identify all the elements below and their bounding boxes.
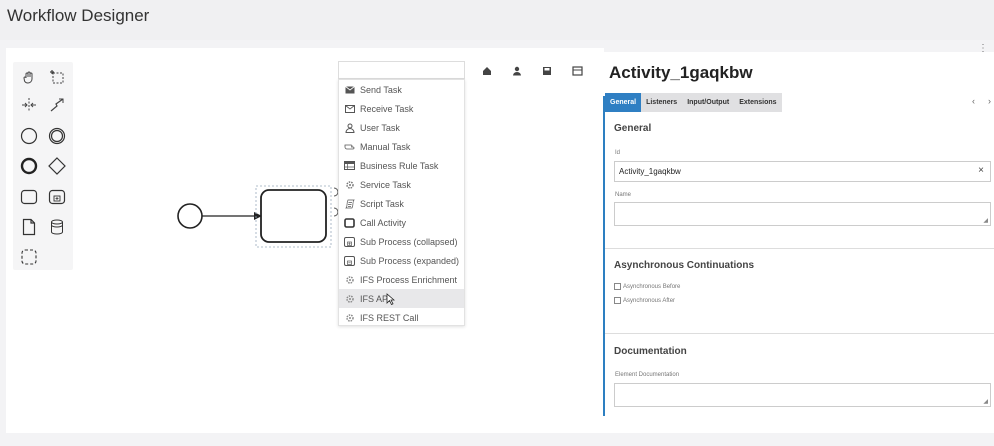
- replace-menu-item[interactable]: IFS Process Enrichment: [339, 270, 464, 289]
- subprocess-expanded-icon: [344, 255, 355, 266]
- tool-palette: [13, 62, 73, 270]
- replace-menu: Send Task Receive Task User Task Manual Tas…: [338, 79, 465, 326]
- replace-menu-item[interactable]: Service Task: [339, 175, 464, 194]
- replace-menu-item-label: Sub Process (expanded): [360, 255, 460, 266]
- more-options-icon[interactable]: ⋮: [978, 43, 988, 54]
- replace-menu-item[interactable]: Script Task: [339, 194, 464, 213]
- subprocess-collapsed-icon: [344, 236, 355, 247]
- async-after-label: Asynchronous After: [623, 297, 676, 304]
- gateway-icon[interactable]: [46, 155, 68, 177]
- tabs-scroll-left-icon[interactable]: ‹: [972, 96, 975, 106]
- intermediate-event-icon[interactable]: [46, 125, 68, 147]
- end-event-icon[interactable]: [18, 155, 40, 177]
- async-before-checkbox[interactable]: [614, 283, 621, 290]
- layout-icon[interactable]: [562, 60, 592, 82]
- replace-menu-item-label: Manual Task: [360, 141, 411, 152]
- id-label: Id: [615, 150, 621, 156]
- task-icon[interactable]: [18, 186, 40, 208]
- tab-general[interactable]: General: [605, 93, 642, 112]
- replace-menu-item[interactable]: Sub Process (expanded): [339, 251, 464, 270]
- gear-icon: [344, 293, 355, 304]
- lasso-tool-icon[interactable]: [46, 66, 68, 88]
- section-divider: [605, 333, 994, 334]
- documentation-section-title: Documentation: [614, 346, 687, 357]
- general-section-title: General: [614, 123, 652, 134]
- business-rule-task-icon: [344, 160, 355, 171]
- async-after-checkbox[interactable]: [614, 297, 621, 304]
- data-object-icon[interactable]: [18, 216, 40, 238]
- service-task-icon: [344, 179, 355, 190]
- start-event[interactable]: [177, 203, 203, 229]
- tab-extensions[interactable]: Extensions: [734, 93, 781, 112]
- subprocess-icon[interactable]: [46, 186, 68, 208]
- async-section-title: Asynchronous Continuations: [614, 260, 754, 271]
- name-label: Name: [615, 192, 632, 198]
- start-event-icon[interactable]: [18, 125, 40, 147]
- script-task-icon: [344, 198, 355, 209]
- receive-task-icon: [344, 103, 355, 114]
- hand-tool-icon[interactable]: [18, 66, 40, 88]
- async-before-row: Asynchronous Before: [614, 283, 680, 290]
- tab-listeners[interactable]: Listeners: [641, 93, 682, 112]
- replace-menu-item-label: Service Task: [360, 179, 411, 190]
- resize-handle-icon[interactable]: ◢: [983, 398, 988, 405]
- clear-id-icon[interactable]: ×: [978, 165, 984, 176]
- workflow-designer-app: Workflow Designer Send Task Receive Task…: [0, 0, 994, 446]
- replace-menu-item[interactable]: Send Task: [339, 80, 464, 99]
- replace-menu-item-label: User Task: [360, 122, 400, 133]
- user-task-icon: [344, 122, 355, 133]
- panel-title: Activity_1gaqkbw: [609, 63, 753, 82]
- replace-menu-item[interactable]: IFS REST Call: [339, 308, 464, 327]
- replace-menu-item-label: Script Task: [360, 198, 404, 209]
- replace-menu-item-label: Sub Process (collapsed): [360, 236, 458, 247]
- replace-menu-item-label: Send Task: [360, 84, 402, 95]
- connect-tool-icon[interactable]: [46, 94, 68, 116]
- replace-menu-item-label: Call Activity: [360, 217, 407, 228]
- data-store-icon[interactable]: [46, 216, 68, 238]
- call-activity-icon: [344, 217, 355, 228]
- replace-menu-item[interactable]: Receive Task: [339, 99, 464, 118]
- replace-menu-item-label: IFS REST Call: [360, 312, 419, 323]
- id-field[interactable]: Activity_1gaqkbw ×: [614, 161, 991, 182]
- save-icon[interactable]: [532, 60, 562, 82]
- space-tool-icon[interactable]: [18, 94, 40, 116]
- id-field-value: Activity_1gaqkbw: [619, 167, 681, 176]
- gear-icon: [344, 312, 355, 323]
- replace-menu-item[interactable]: Business Rule Task: [339, 156, 464, 175]
- manual-task-icon: [344, 141, 355, 152]
- send-task-icon: [344, 84, 355, 95]
- home-icon[interactable]: [472, 60, 502, 82]
- replace-menu-item[interactable]: Manual Task: [339, 137, 464, 156]
- async-after-row: Asynchronous After: [614, 297, 675, 304]
- mouse-cursor-icon: [386, 293, 396, 307]
- replace-menu-item-label: Business Rule Task: [360, 160, 439, 171]
- group-icon[interactable]: [18, 246, 40, 268]
- tab-input-output[interactable]: Input/Output: [682, 93, 734, 112]
- bottom-strip: [0, 433, 994, 446]
- replace-menu-item-label: Receive Task: [360, 103, 414, 114]
- async-before-label: Asynchronous Before: [623, 283, 681, 290]
- element-documentation-field[interactable]: ◢: [614, 383, 991, 407]
- section-divider: [605, 248, 994, 249]
- properties-panel-accent: [603, 96, 605, 416]
- replace-menu-item[interactable]: Sub Process (collapsed): [339, 232, 464, 251]
- canvas-toolbar: [472, 60, 592, 82]
- gear-icon: [344, 274, 355, 285]
- replace-menu-item[interactable]: Call Activity: [339, 213, 464, 232]
- user-icon[interactable]: [502, 60, 532, 82]
- resize-handle-icon[interactable]: ◢: [983, 217, 988, 224]
- replace-menu-item[interactable]: User Task: [339, 118, 464, 137]
- task-activity[interactable]: [260, 189, 327, 243]
- properties-tabs: General Listeners Input/Output Extension…: [605, 93, 782, 112]
- replace-menu-item-label: IFS Process Enrichment: [360, 274, 458, 285]
- replace-menu-item[interactable]: IFS API: [339, 289, 464, 308]
- name-field[interactable]: ◢: [614, 202, 991, 226]
- element-documentation-label: Element Documentation: [615, 372, 680, 378]
- replace-menu-search[interactable]: [338, 61, 465, 79]
- tabs-scroll-right-icon[interactable]: ›: [988, 96, 991, 106]
